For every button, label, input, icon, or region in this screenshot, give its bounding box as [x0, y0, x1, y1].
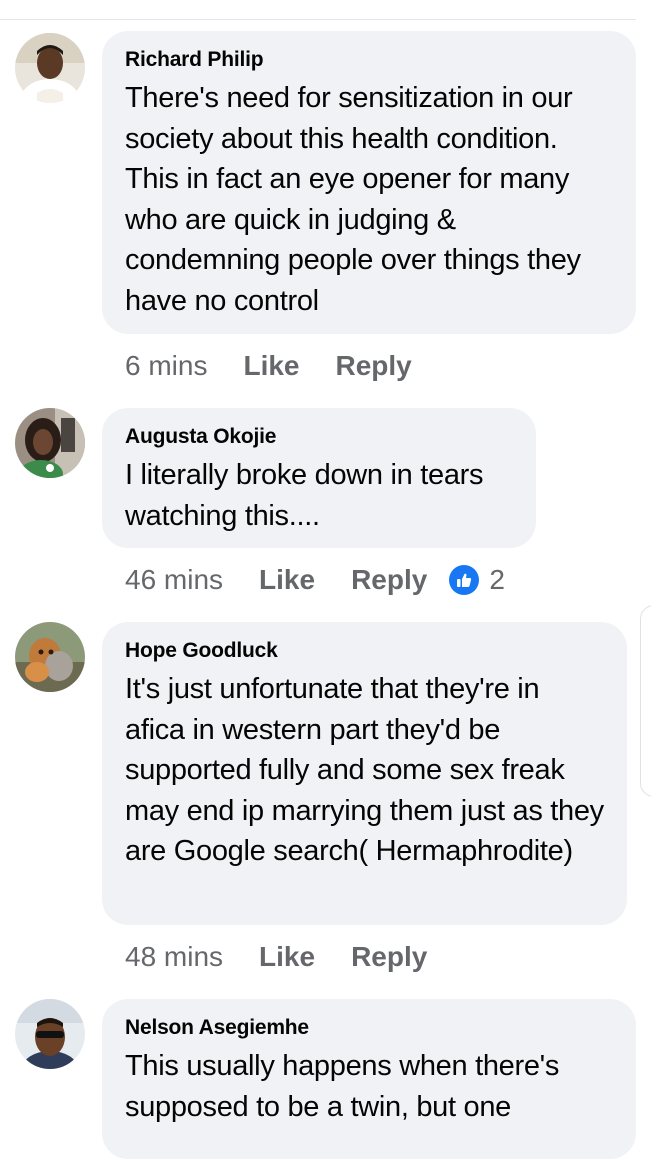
avatar[interactable]	[15, 33, 85, 103]
comment-actions: 6 mins Like Reply	[125, 349, 412, 383]
comment-text: There's need for sensitization in our so…	[125, 82, 581, 317]
comment-author[interactable]: Nelson Asegiemhe	[125, 1016, 614, 1040]
like-button[interactable]: Like	[243, 350, 299, 382]
comment-author[interactable]: Richard Philip	[125, 48, 614, 72]
comment-text: It's just unfortunate that they're in af…	[125, 673, 604, 867]
top-divider	[0, 19, 636, 20]
comment-author[interactable]: Augusta Okojie	[125, 425, 514, 449]
thumbs-up-icon	[449, 565, 480, 595]
comment-time[interactable]: 6 mins	[125, 350, 207, 382]
reply-button[interactable]: Reply	[351, 564, 427, 596]
comment-text: This usually happens when there's suppos…	[125, 1050, 560, 1123]
comment-actions: 48 mins Like Reply	[125, 940, 427, 974]
comment-text: I literally broke down in tears watching…	[125, 459, 484, 532]
comment-actions: 46 mins Like Reply 2	[125, 563, 505, 597]
like-button[interactable]: Like	[259, 941, 315, 973]
partial-side-card	[640, 605, 651, 797]
comment-time[interactable]: 46 mins	[125, 564, 223, 596]
reaction-summary[interactable]: 2	[449, 564, 505, 596]
reply-button[interactable]: Reply	[336, 350, 412, 382]
comment-author[interactable]: Hope Goodluck	[125, 639, 605, 663]
avatar[interactable]	[15, 622, 85, 692]
comment-time[interactable]: 48 mins	[125, 941, 223, 973]
comment-bubble: Richard Philip There's need for sensitiz…	[102, 31, 636, 334]
avatar[interactable]	[15, 999, 85, 1069]
comment-bubble: Hope Goodluck It's just unfortunate that…	[102, 622, 627, 925]
comment-bubble: Augusta Okojie I literally broke down in…	[102, 408, 536, 548]
like-button[interactable]: Like	[259, 564, 315, 596]
reaction-count: 2	[489, 564, 505, 595]
comment-bubble: Nelson Asegiemhe This usually happens wh…	[102, 999, 636, 1159]
reply-button[interactable]: Reply	[351, 941, 427, 973]
avatar[interactable]	[15, 408, 85, 478]
